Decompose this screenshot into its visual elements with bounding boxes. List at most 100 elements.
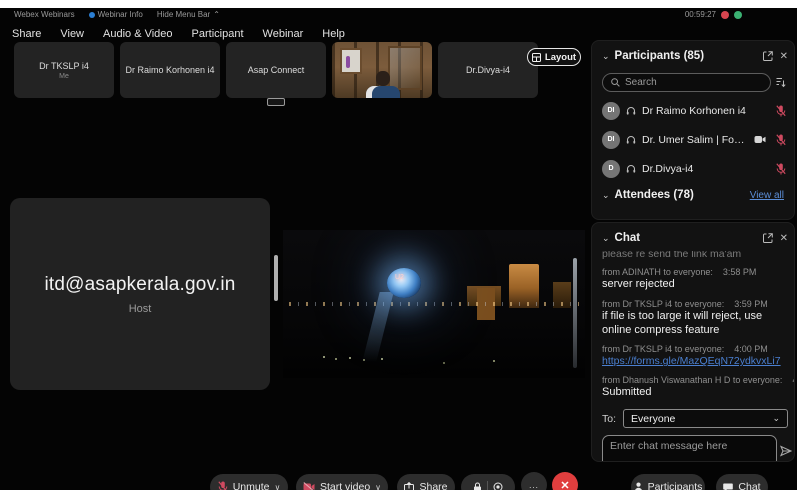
shared-video-tile[interactable]: U2 — [283, 230, 585, 378]
to-label: To: — [602, 413, 616, 425]
layout-grid-icon — [532, 53, 541, 62]
chat-panel: ⌄ Chat ✕ please re send the link ma'am f… — [591, 222, 795, 462]
video-tile-webcam[interactable] — [332, 42, 432, 98]
camera-on-icon — [754, 135, 766, 144]
leave-meeting-button[interactable]: ✕ — [552, 472, 578, 490]
host-role-label: Host — [129, 303, 152, 315]
chevron-down-icon: ⌄ — [772, 414, 780, 423]
avatar: DI — [602, 131, 620, 149]
stage-scrollbar[interactable] — [274, 255, 278, 301]
mic-muted-icon — [776, 163, 786, 175]
record-icon — [493, 482, 503, 490]
chat-title: Chat — [615, 232, 756, 244]
chat-popout-icon[interactable] — [763, 233, 773, 243]
participants-collapse-icon[interactable]: ⌄ — [602, 52, 610, 61]
chat-bubble-icon — [723, 483, 733, 491]
mic-muted-icon — [776, 105, 786, 117]
leave-x-icon: ✕ — [560, 479, 569, 491]
start-video-dropdown-icon[interactable]: ∨ — [375, 483, 381, 491]
picture-frame — [340, 48, 362, 74]
participants-toggle-button[interactable]: Participants — [631, 474, 705, 490]
glowing-sphere — [387, 268, 421, 298]
video-tile-dr-tkslp[interactable]: Dr TKSLP i4 Me — [14, 42, 114, 98]
window-frame-reflection — [573, 258, 577, 368]
session-timer: 00:59:27 — [685, 10, 716, 19]
video-tile-dr-divya[interactable]: Dr.Divya-i4 — [438, 42, 538, 98]
menu-webinar[interactable]: Webinar — [263, 28, 304, 40]
headset-icon — [626, 106, 636, 116]
share-icon — [404, 482, 414, 490]
menu-audio-video[interactable]: Audio & Video — [103, 28, 173, 40]
participants-popout-icon[interactable] — [763, 51, 773, 61]
app-title: Webex Webinars — [14, 10, 75, 19]
chat-message-list[interactable]: please re send the link ma'am from ADINA… — [592, 249, 794, 400]
webex-window: Webex Webinars Webinar Info Hide Menu Ba… — [0, 8, 797, 490]
participants-search[interactable] — [602, 73, 771, 92]
filmstrip-collapse-handle[interactable] — [267, 98, 285, 106]
connection-indicator-icon — [734, 11, 742, 19]
recipient-select[interactable]: Everyone ⌄ — [623, 409, 788, 428]
avatar: DI — [602, 102, 620, 120]
info-icon — [89, 12, 95, 18]
search-icon — [611, 78, 620, 87]
host-email: itd@asapkerala.gov.in — [44, 274, 235, 296]
chat-message: from Dr TKSLP i4 to everyone:4:00 PM htt… — [602, 344, 784, 368]
headset-icon — [626, 164, 636, 174]
camera-muted-icon — [303, 482, 315, 490]
share-button[interactable]: Share — [397, 474, 455, 490]
avatar: D — [602, 160, 620, 178]
start-video-button[interactable]: Start video ∨ — [296, 474, 388, 490]
mic-muted-icon — [218, 481, 228, 490]
title-bar: Webex Webinars Webinar Info Hide Menu Ba… — [0, 8, 797, 21]
participant-row[interactable]: DI Dr. Umer Salim | Found... — [592, 125, 794, 154]
skyline-lights — [289, 302, 579, 306]
send-icon[interactable] — [780, 445, 792, 457]
recording-indicator-icon — [721, 11, 729, 19]
chat-message: from ADINATH to everyone:3:58 PM server … — [602, 267, 784, 292]
menu-help[interactable]: Help — [322, 28, 345, 40]
menu-view[interactable]: View — [60, 28, 84, 40]
person-body — [366, 86, 400, 98]
menu-share[interactable]: Share — [12, 28, 41, 40]
video-tile-dr-raimo[interactable]: Dr Raimo Korhonen i4 — [120, 42, 220, 98]
chat-message: from Dr TKSLP i4 to everyone:3:59 PM if … — [602, 299, 784, 338]
lock-icon — [473, 482, 482, 491]
participants-close-icon[interactable]: ✕ — [780, 51, 788, 62]
person-head — [376, 71, 390, 86]
video-tile-asap-connect[interactable]: Asap Connect — [226, 42, 326, 98]
participants-search-input[interactable] — [625, 77, 762, 88]
headset-icon — [626, 135, 636, 145]
webinar-info-button[interactable]: Webinar Info — [89, 10, 143, 19]
participant-row[interactable]: D Dr.Divya-i4 — [592, 154, 794, 183]
street-lights — [323, 356, 325, 358]
unmute-button[interactable]: Unmute ∨ — [210, 474, 288, 490]
unmute-dropdown-icon[interactable]: ∨ — [274, 483, 280, 491]
screen: Webex Webinars Webinar Info Hide Menu Ba… — [0, 0, 800, 500]
menu-participant[interactable]: Participant — [192, 28, 244, 40]
participants-panel: ⌄ Participants (85) ✕ DI Dr Raimo Korhon… — [591, 40, 795, 220]
attendees-collapse-icon[interactable]: ⌄ — [602, 191, 610, 200]
participants-title: Participants (85) — [615, 50, 756, 62]
chat-collapse-icon[interactable]: ⌄ — [602, 234, 610, 243]
view-all-link[interactable]: View all — [750, 190, 784, 201]
chat-close-icon[interactable]: ✕ — [780, 233, 788, 244]
chat-message: from Dhanush Viswanathan H D to everyone… — [602, 375, 784, 400]
chat-message-link[interactable]: https://forms.gle/MazQEqN72ydkvxLi7 — [602, 355, 784, 368]
person-icon — [634, 482, 643, 490]
hide-menu-bar-button[interactable]: Hide Menu Bar ⌃ — [157, 10, 220, 19]
chevron-up-icon: ⌃ — [213, 10, 220, 19]
glass-cabinet — [388, 46, 422, 90]
layout-button[interactable]: Layout — [527, 48, 581, 66]
chat-toggle-button[interactable]: Chat — [716, 474, 768, 490]
host-video-tile[interactable]: itd@asapkerala.gov.in Host — [10, 198, 270, 390]
participant-row[interactable]: DI Dr Raimo Korhonen i4 — [592, 96, 794, 125]
attendees-title: Attendees (78) — [615, 189, 750, 201]
mic-muted-icon — [776, 134, 786, 146]
sort-icon[interactable] — [776, 77, 786, 88]
chat-message-clipped: please re send the link ma'am — [602, 251, 784, 260]
chat-message-input[interactable] — [602, 435, 777, 462]
sphere-logo-text: U2 — [395, 274, 404, 281]
more-options-button[interactable]: ... — [521, 472, 547, 490]
tools-button-group[interactable] — [461, 474, 515, 490]
divider — [487, 481, 488, 490]
